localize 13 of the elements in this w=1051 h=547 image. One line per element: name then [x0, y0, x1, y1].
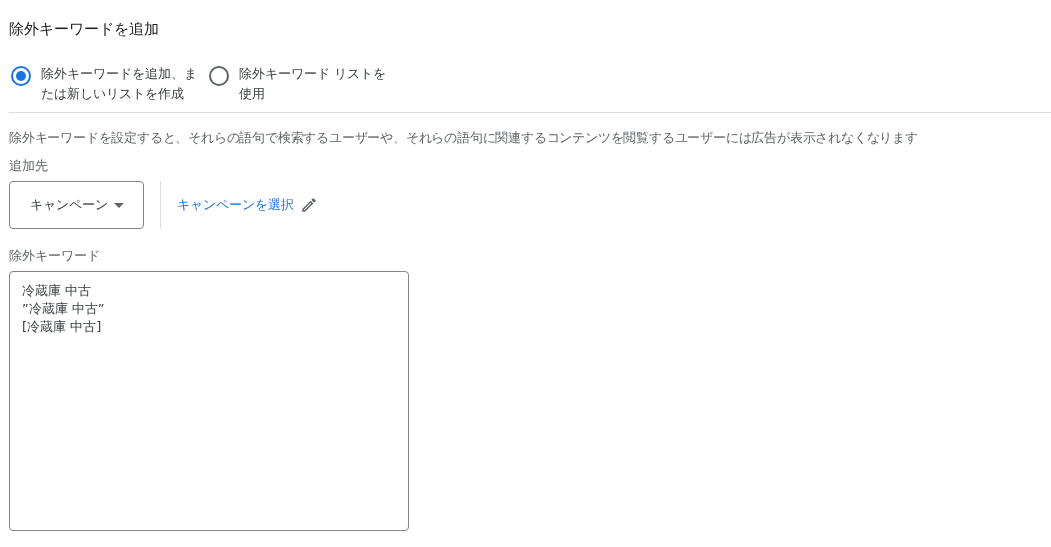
campaign-dropdown[interactable]: キャンペーン [9, 181, 144, 229]
caret-icon [113, 202, 124, 208]
field-label: 追加先 [9, 157, 49, 175]
pencil-icon[interactable] [300, 196, 318, 214]
section-title: 除外キーワードを追加 [9, 19, 160, 40]
radio-label[interactable]: 除外キーワード リストを使用 [239, 64, 387, 104]
description-text: 除外キーワードを設定すると、それらの語句で検索するユーザーや、それらの語句に関連するコンテンツを閲覧するユーザーには広告が表示されなくなります [9, 129, 919, 147]
radio-label[interactable]: 除外キーワードを追加、または新しいリストを作成 [41, 64, 197, 104]
field-label: 除外キーワード [9, 247, 101, 265]
select-campaign-link[interactable]: キャンペーンを選択 [177, 196, 294, 214]
radio-button[interactable] [11, 66, 31, 86]
radio-button[interactable] [209, 66, 229, 86]
keywords-field[interactable]: 冷蔵庫 中古 ”冷蔵庫 中古” [冷蔵庫 中古] [9, 271, 409, 531]
